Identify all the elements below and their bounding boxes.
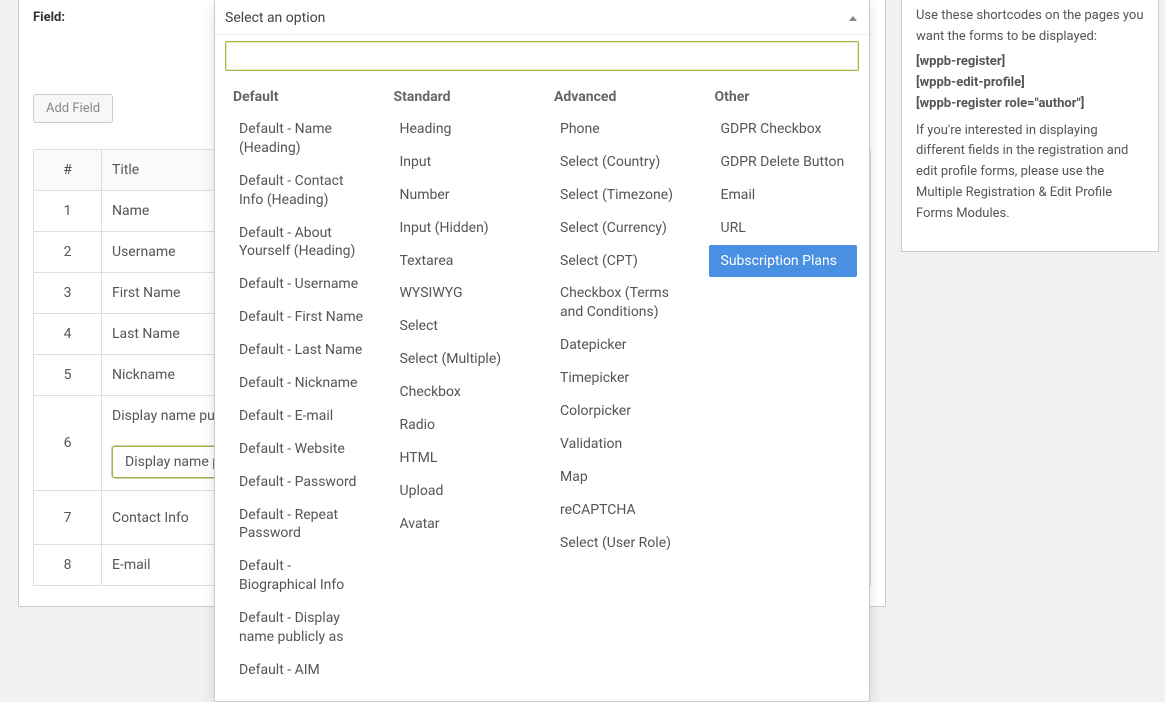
dropdown-group-heading: Other: [709, 83, 858, 113]
dropdown-option[interactable]: Select (CPT): [548, 245, 697, 278]
dropdown-option[interactable]: Textarea: [388, 245, 537, 278]
dropdown-option[interactable]: Number: [388, 179, 537, 212]
dropdown-search-input[interactable]: [225, 41, 859, 71]
dropdown-option[interactable]: Checkbox: [388, 376, 537, 409]
dropdown-option[interactable]: URL: [709, 212, 858, 245]
dropdown-option[interactable]: WYSIWYG: [388, 277, 537, 310]
dropdown-option[interactable]: Select (Currency): [548, 212, 697, 245]
add-field-button[interactable]: Add Field: [33, 94, 113, 123]
row-number: 6: [34, 396, 102, 491]
dropdown-column: DefaultDefault - Name (Heading)Default -…: [221, 83, 382, 687]
dropdown-option[interactable]: Checkbox (Terms and Conditions): [548, 277, 697, 329]
dropdown-option[interactable]: Select (Country): [548, 146, 697, 179]
dropdown-option[interactable]: Select (User Role): [548, 527, 697, 560]
dropdown-option[interactable]: Upload: [388, 475, 537, 508]
dropdown-column: StandardHeadingInputNumberInput (Hidden)…: [382, 83, 543, 687]
dropdown-option[interactable]: Validation: [548, 428, 697, 461]
dropdown-option[interactable]: Default - Display name publicly as: [227, 602, 376, 654]
field-type-dropdown: Select an option DefaultDefault - Name (…: [214, 0, 870, 702]
dropdown-header[interactable]: Select an option: [215, 0, 869, 35]
dropdown-option[interactable]: Select (Multiple): [388, 343, 537, 376]
col-header-num: #: [34, 150, 102, 191]
dropdown-option[interactable]: Default - Password: [227, 466, 376, 499]
dropdown-option[interactable]: Default - Nickname: [227, 367, 376, 400]
dropdown-group-heading: Advanced: [548, 83, 697, 113]
shortcodes-sidebar: Use these shortcodes on the pages you wa…: [901, 0, 1159, 252]
dropdown-option[interactable]: Select (Timezone): [548, 179, 697, 212]
row-number: 4: [34, 314, 102, 355]
dropdown-option[interactable]: Default - Username: [227, 268, 376, 301]
shortcode: [wppb-register]: [916, 54, 1144, 69]
dropdown-option[interactable]: Default - Name (Heading): [227, 113, 376, 165]
dropdown-option[interactable]: HTML: [388, 442, 537, 475]
dropdown-option[interactable]: Default - First Name: [227, 301, 376, 334]
dropdown-option[interactable]: Default - Website: [227, 433, 376, 466]
row-number: 3: [34, 273, 102, 314]
dropdown-option[interactable]: Default - Biographical Info: [227, 550, 376, 602]
chevron-up-icon: [849, 16, 857, 21]
sidebar-outro: If you're interested in displaying diffe…: [916, 121, 1144, 225]
dropdown-option[interactable]: Timepicker: [548, 362, 697, 395]
dropdown-option[interactable]: Default - Last Name: [227, 334, 376, 367]
dropdown-option[interactable]: Avatar: [388, 508, 537, 541]
row-number: 7: [34, 491, 102, 545]
dropdown-option[interactable]: Email: [709, 179, 858, 212]
row-number: 8: [34, 545, 102, 586]
shortcode: [wppb-edit-profile]: [916, 75, 1144, 90]
row-number: 5: [34, 355, 102, 396]
dropdown-option[interactable]: GDPR Checkbox: [709, 113, 858, 146]
dropdown-option[interactable]: GDPR Delete Button: [709, 146, 858, 179]
field-label: Field:: [33, 10, 65, 25]
dropdown-option[interactable]: Default - Contact Info (Heading): [227, 165, 376, 217]
sidebar-intro: Use these shortcodes on the pages you wa…: [916, 6, 1144, 48]
dropdown-option[interactable]: Datepicker: [548, 329, 697, 362]
dropdown-group-heading: Standard: [388, 83, 537, 113]
dropdown-option[interactable]: Input (Hidden): [388, 212, 537, 245]
dropdown-placeholder: Select an option: [225, 10, 325, 26]
dropdown-option[interactable]: Select: [388, 310, 537, 343]
dropdown-option[interactable]: Subscription Plans: [709, 245, 858, 278]
row-number: 1: [34, 191, 102, 232]
shortcode: [wppb-register role="author"]: [916, 96, 1144, 111]
dropdown-option[interactable]: Default - Repeat Password: [227, 499, 376, 551]
dropdown-option[interactable]: Phone: [548, 113, 697, 146]
row-number: 2: [34, 232, 102, 273]
dropdown-option[interactable]: Colorpicker: [548, 395, 697, 428]
dropdown-option[interactable]: Default - About Yourself (Heading): [227, 217, 376, 269]
dropdown-column: OtherGDPR CheckboxGDPR Delete ButtonEmai…: [703, 83, 864, 687]
dropdown-option[interactable]: Map: [548, 461, 697, 494]
dropdown-group-heading: Default: [227, 83, 376, 113]
dropdown-option[interactable]: Default - AIM: [227, 654, 376, 687]
dropdown-option[interactable]: Default - E-mail: [227, 400, 376, 433]
dropdown-column: AdvancedPhoneSelect (Country)Select (Tim…: [542, 83, 703, 687]
dropdown-option[interactable]: Input: [388, 146, 537, 179]
dropdown-option[interactable]: Heading: [388, 113, 537, 146]
dropdown-option[interactable]: reCAPTCHA: [548, 494, 697, 527]
dropdown-option[interactable]: Radio: [388, 409, 537, 442]
